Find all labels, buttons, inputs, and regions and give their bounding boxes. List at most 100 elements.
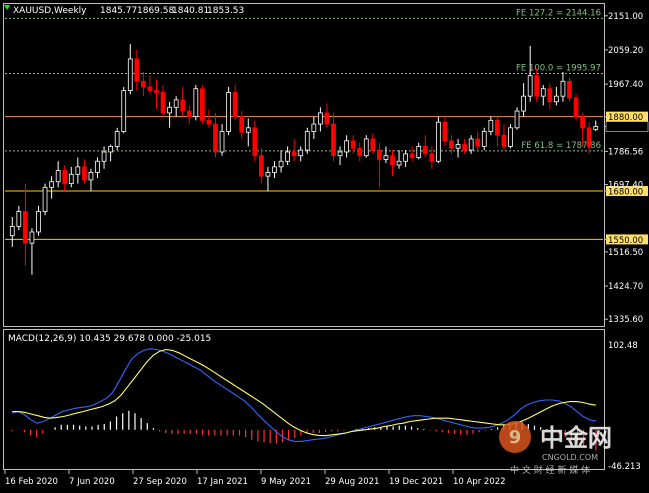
price-tick-label: 2151.00: [608, 12, 643, 22]
price-tick-label: 1786.56: [608, 147, 643, 157]
candle-body: [265, 172, 271, 177]
ohlc-open: 1845.77: [100, 6, 137, 16]
candle-body: [416, 145, 422, 158]
candle-body: [449, 140, 454, 149]
candle-body: [403, 153, 408, 162]
candle-body: [475, 138, 481, 147]
candle-body: [134, 58, 140, 82]
time-tick-label: 10 Apr 2022: [453, 477, 506, 487]
candle-body: [49, 181, 54, 188]
candle-body: [259, 155, 264, 177]
candle-body: [75, 166, 81, 175]
candle-body: [304, 131, 310, 151]
candle-body: [573, 97, 579, 118]
candle-body: [495, 119, 500, 136]
candle-body: [363, 138, 369, 157]
candle-body: [9, 225, 15, 237]
time-tick-label: 19 Dec 2021: [389, 477, 443, 487]
candle-body: [337, 151, 343, 157]
candle-body: [468, 138, 474, 151]
candle-body: [580, 116, 585, 129]
candle-body: [311, 123, 317, 132]
candle-body: [409, 153, 415, 158]
time-tick-label: 7 Jun 2020: [69, 477, 115, 487]
ohlc-high: 1869.58: [137, 6, 174, 16]
macd-tick-label: 102.48: [608, 341, 638, 351]
candle-body: [318, 112, 323, 125]
candle-body: [331, 123, 336, 157]
candle-body: [42, 186, 48, 212]
candle-body: [527, 75, 533, 97]
level-tag-label: 1550.00: [608, 236, 643, 246]
candle-body: [455, 144, 461, 149]
candle-body: [239, 116, 245, 133]
candle-body: [88, 172, 94, 181]
candle-body: [147, 86, 153, 91]
candle-body: [29, 231, 35, 244]
candle-body: [36, 211, 41, 233]
candle-body: [193, 88, 199, 118]
candle-body: [245, 127, 251, 133]
candle-body: [154, 90, 159, 93]
candle-body: [55, 170, 61, 183]
last-price-tag: [605, 121, 649, 132]
candle-body: [114, 131, 120, 147]
candle-body: [62, 170, 68, 185]
candle-body: [377, 149, 382, 160]
macd-tick-label: -46.213: [608, 462, 641, 472]
candle-body: [521, 95, 526, 112]
candle-body: [436, 121, 441, 162]
candle-body: [206, 119, 212, 125]
candle-body: [481, 131, 487, 147]
candle-body: [547, 88, 553, 103]
candle-body: [422, 145, 428, 155]
price-tick-label: 1967.40: [608, 80, 643, 90]
time-tick-label: 17 Jan 2021: [197, 477, 248, 487]
candle-body: [383, 155, 389, 160]
chart-window: FE 127.2 = 2144.16 FE 100.0 = 1995.97 1880…: [0, 0, 649, 489]
candle-body: [534, 75, 540, 97]
candle-body: [213, 123, 218, 153]
price-tick-label: 1697.40: [608, 181, 643, 191]
candle-body: [180, 99, 186, 112]
level-label: FE 100.0 = 1995.97: [516, 63, 601, 73]
watermark-tagline: 中 文 财 经 新 媒 体: [510, 464, 590, 476]
candle-body: [200, 88, 205, 121]
candle-body: [82, 166, 87, 181]
candle-body: [173, 99, 179, 108]
candle-body: [396, 160, 402, 166]
candle-body: [101, 151, 107, 162]
candle-body: [540, 88, 546, 97]
candle-body: [350, 140, 356, 149]
candle-body: [23, 211, 28, 244]
candle-body: [560, 80, 566, 97]
candle-body: [167, 106, 172, 114]
candle-body: [298, 149, 304, 157]
watermark-brand: 中金网: [540, 424, 612, 452]
candle-body: [16, 211, 22, 227]
price-tick-label: 1335.60: [608, 315, 643, 325]
ohlc-low: 1840.81: [172, 6, 209, 16]
candle-body: [344, 140, 349, 153]
candle-body: [219, 131, 225, 153]
chart-svg: FE 127.2 = 2144.16FE 100.0 = 1995.971880…: [0, 0, 649, 489]
candle-body: [226, 92, 231, 132]
candle-body: [390, 155, 395, 166]
candle-body: [442, 121, 448, 142]
watermark-domain: CNGOLD.COM: [542, 453, 598, 462]
candle-body: [95, 160, 100, 173]
candle-body: [291, 151, 297, 157]
candle-body: [121, 90, 127, 132]
candle-body: [285, 151, 290, 162]
candle-body: [593, 126, 599, 130]
candle-body: [567, 80, 572, 99]
candle-body: [108, 145, 113, 153]
candle-body: [232, 92, 238, 118]
candle-body: [501, 134, 507, 147]
symbol-label: XAUUSD,Weekly: [13, 6, 87, 16]
candle-body: [586, 127, 592, 147]
candle-body: [554, 95, 559, 103]
time-tick-label: 16 Feb 2020: [5, 477, 58, 487]
candle-body: [68, 173, 74, 185]
time-tick-label: 27 Sep 2020: [133, 477, 187, 487]
